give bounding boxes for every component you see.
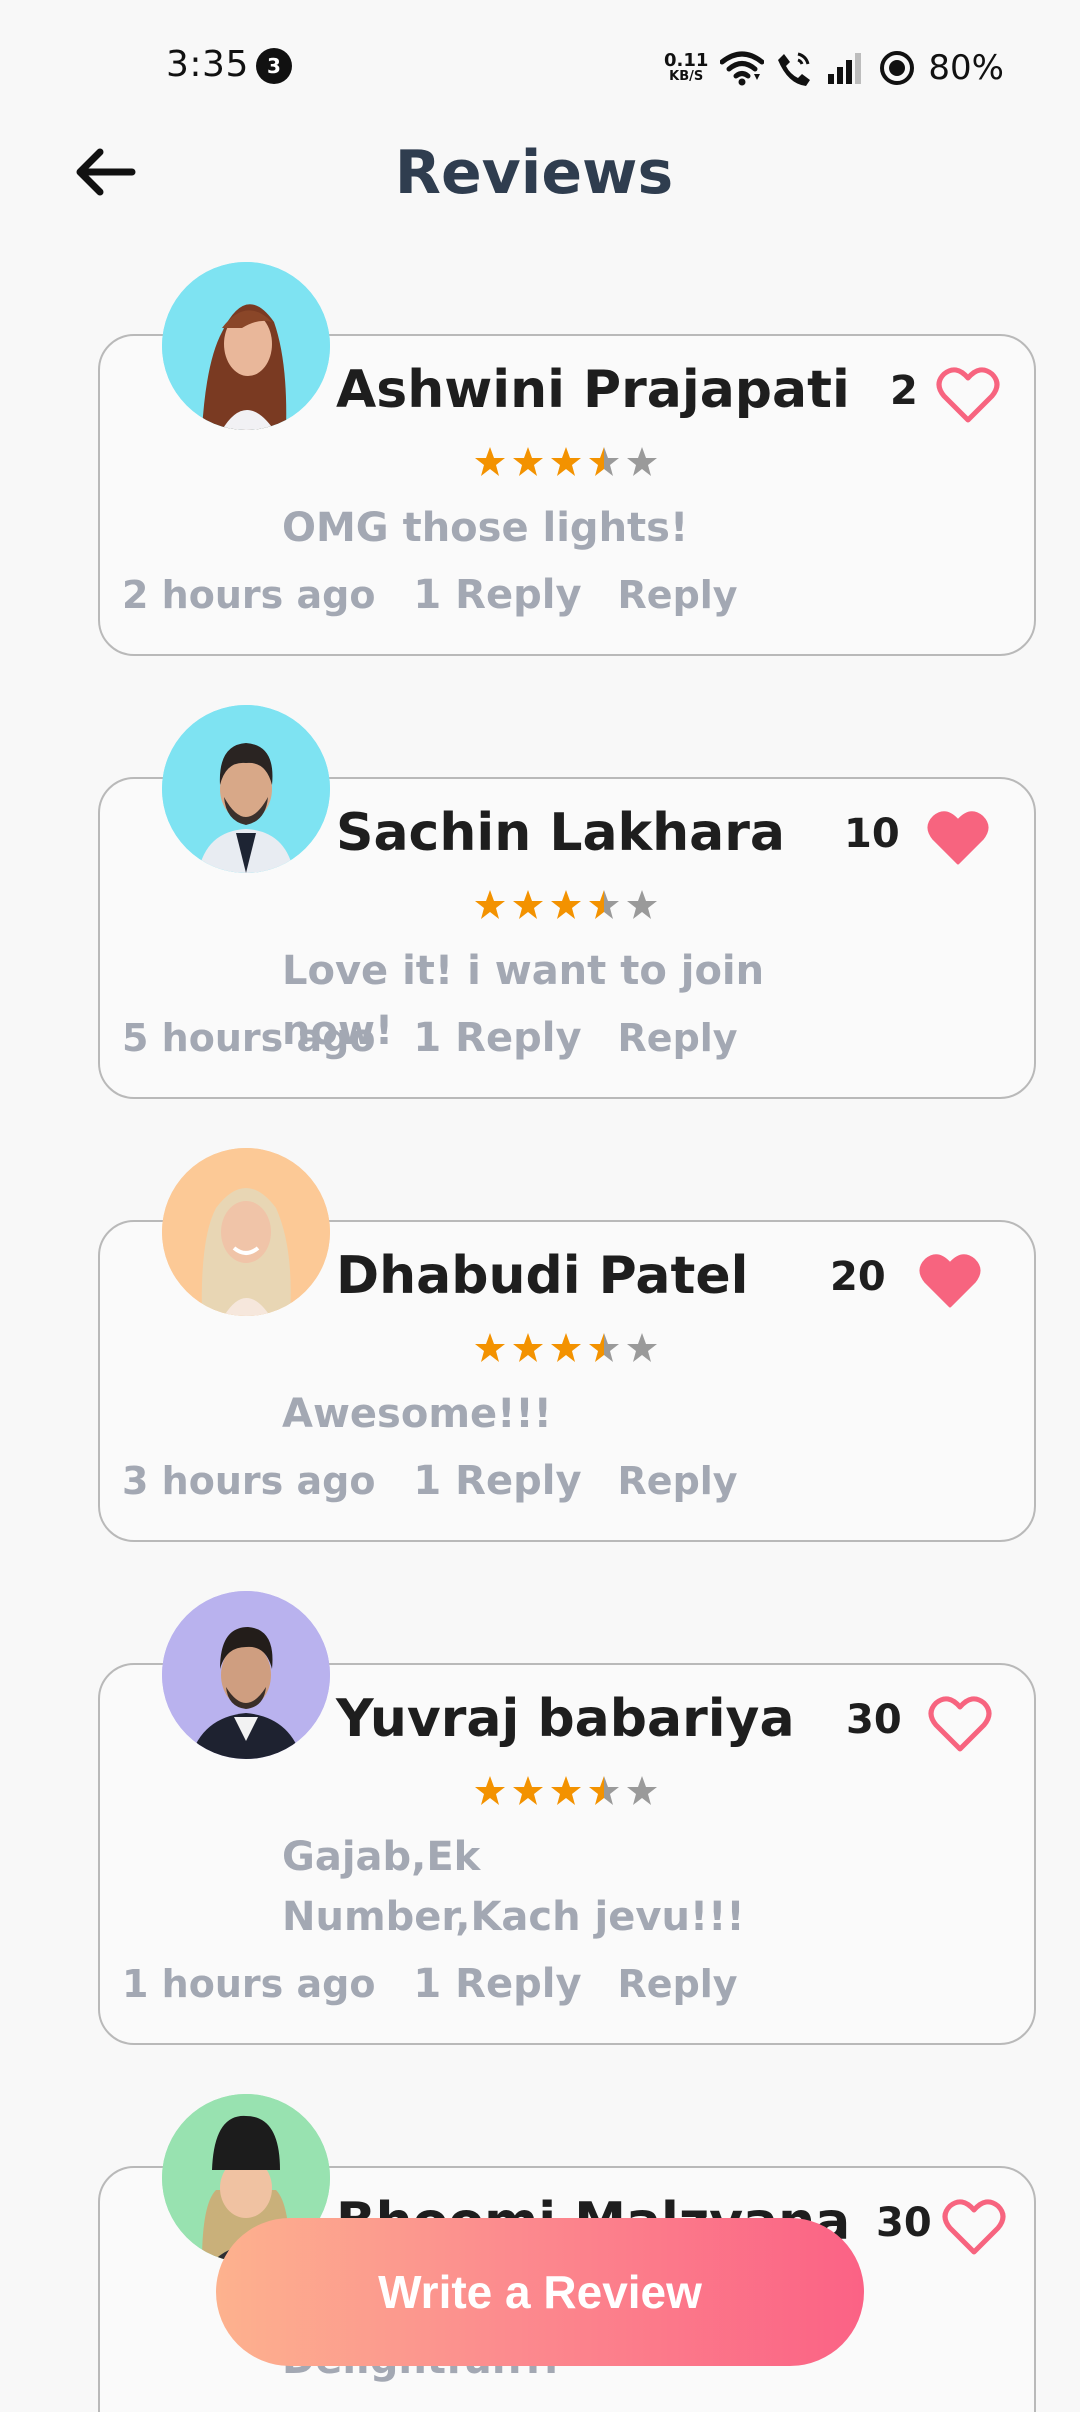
rating-stars <box>472 887 660 923</box>
review-meta: 2 hours ago 1 Reply Reply <box>122 572 738 618</box>
avatar[interactable] <box>162 1148 330 1316</box>
avatar-image <box>162 1148 330 1316</box>
reply-button[interactable]: Reply <box>618 1459 738 1503</box>
review-time: 3 hours ago <box>122 1459 376 1503</box>
star-half-icon <box>589 890 619 919</box>
write-review-button[interactable]: Write a Review <box>216 2218 864 2366</box>
star-half-icon <box>589 1333 619 1362</box>
heart-outline-icon[interactable] <box>928 1693 992 1753</box>
rating-stars <box>472 1330 660 1366</box>
view-replies-link[interactable]: 1 Reply <box>413 1961 581 2007</box>
reply-button[interactable]: Reply <box>618 1016 738 1060</box>
star-half-icon <box>589 447 619 476</box>
star-filled-icon <box>551 1333 581 1362</box>
star-empty-icon <box>627 1776 657 1805</box>
like-count: 2 <box>890 368 918 414</box>
star-empty-icon <box>627 1333 657 1362</box>
like-count: 10 <box>844 811 900 857</box>
heart-filled-icon[interactable] <box>918 1250 982 1310</box>
star-empty-icon <box>627 890 657 919</box>
heart-filled-icon[interactable] <box>926 807 990 867</box>
star-filled-icon <box>475 447 505 476</box>
view-replies-link[interactable]: 1 Reply <box>413 1458 581 1504</box>
star-half-icon <box>589 1776 619 1805</box>
avatar[interactable] <box>162 1591 330 1759</box>
review-list: Ashwini Prajapati 2 OMG those lights! 2 … <box>0 0 1080 2412</box>
view-replies-link[interactable]: 1 Reply <box>413 572 581 618</box>
reviewer-name: Yuvraj babariya <box>336 1689 795 1749</box>
review-comment: Awesome!!! <box>282 1391 552 1437</box>
star-filled-icon <box>513 447 543 476</box>
reviewer-name: Dhabudi Patel <box>336 1246 749 1306</box>
avatar[interactable] <box>162 705 330 873</box>
star-empty-icon <box>627 447 657 476</box>
star-filled-icon <box>551 890 581 919</box>
heart-outline-icon[interactable] <box>942 2196 1006 2256</box>
heart-outline-icon[interactable] <box>936 364 1000 424</box>
review-meta: 5 hours ago 1 Reply Reply <box>122 1015 738 1061</box>
review-time: 2 hours ago <box>122 573 376 617</box>
avatar-image <box>162 1591 330 1759</box>
star-filled-icon <box>513 1333 543 1362</box>
star-filled-icon <box>475 890 505 919</box>
star-filled-icon <box>513 890 543 919</box>
reviewer-name: Ashwini Prajapati <box>336 360 850 420</box>
star-filled-icon <box>551 1776 581 1805</box>
view-replies-link[interactable]: 1 Reply <box>413 1015 581 1061</box>
star-filled-icon <box>551 447 581 476</box>
avatar-image <box>162 705 330 873</box>
review-meta: 1 hours ago 1 Reply Reply <box>122 1961 738 2007</box>
review-comment: OMG those lights! <box>282 505 689 551</box>
star-filled-icon <box>475 1776 505 1805</box>
avatar[interactable] <box>162 262 330 430</box>
review-time: 1 hours ago <box>122 1962 376 2006</box>
review-comment: Gajab,Ek Number,Kach jevu!!! <box>282 1834 745 1940</box>
avatar-image <box>162 262 330 430</box>
like-count: 30 <box>876 2200 932 2246</box>
reviewer-name: Sachin Lakhara <box>336 803 785 863</box>
like-count: 30 <box>846 1697 902 1743</box>
review-time: 5 hours ago <box>122 1016 376 1060</box>
like-count: 20 <box>830 1254 886 1300</box>
reply-button[interactable]: Reply <box>618 573 738 617</box>
star-filled-icon <box>513 1776 543 1805</box>
review-meta: 3 hours ago 1 Reply Reply <box>122 1458 738 1504</box>
rating-stars <box>472 444 660 480</box>
star-filled-icon <box>475 1333 505 1362</box>
reply-button[interactable]: Reply <box>618 1962 738 2006</box>
rating-stars <box>472 1773 660 1809</box>
